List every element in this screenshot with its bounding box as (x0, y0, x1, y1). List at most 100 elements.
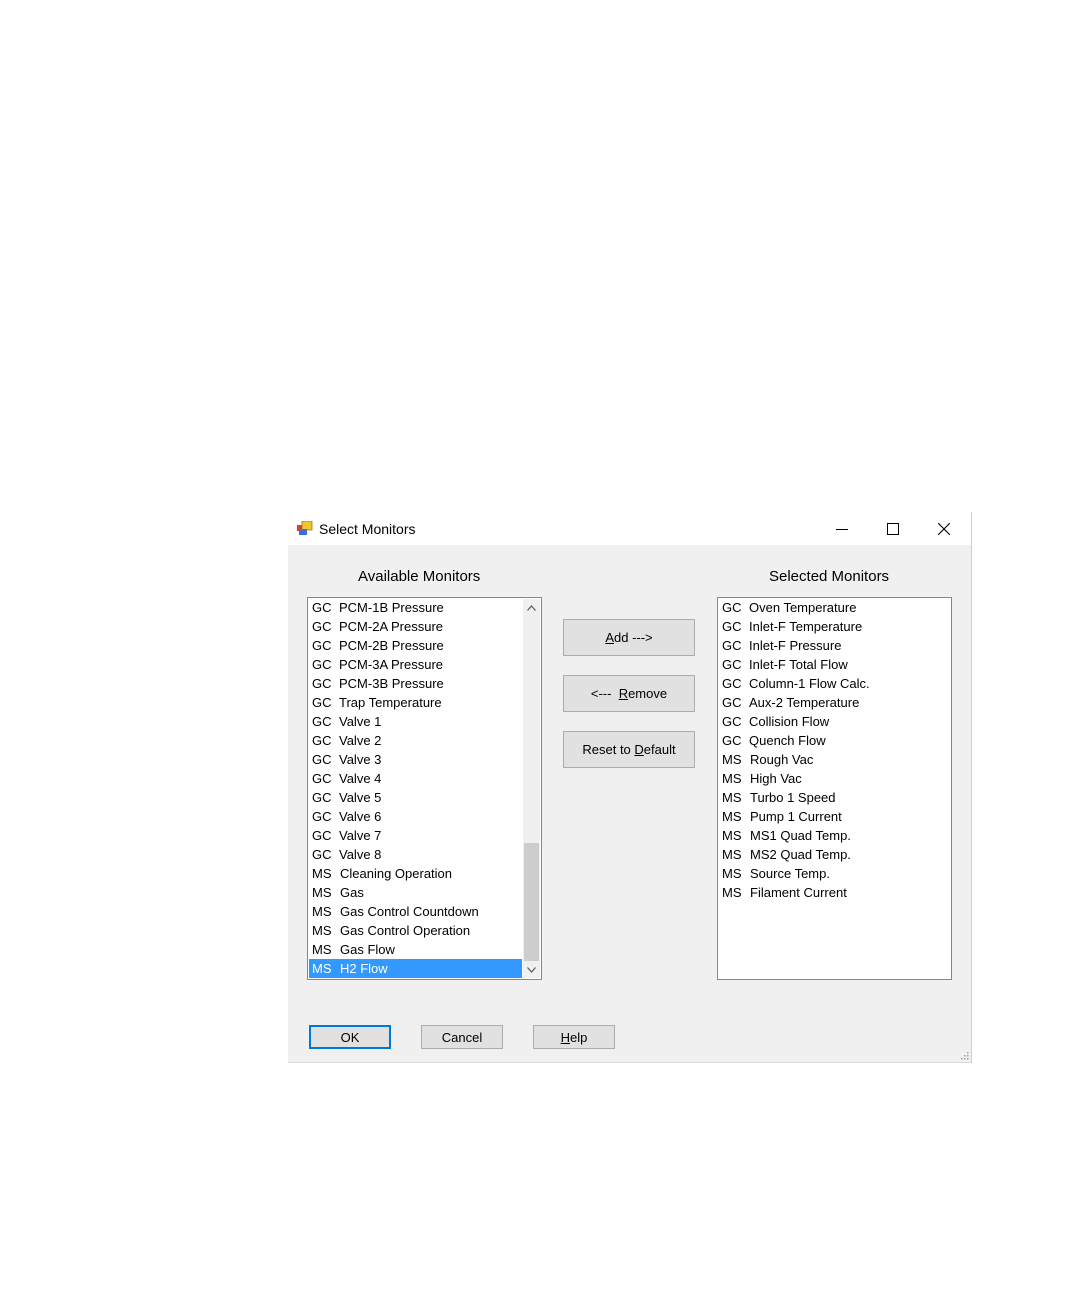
item-prefix: GC (722, 714, 742, 729)
selected-monitors-list[interactable]: GC Oven Temperature GC Inlet-F Temperature G… (717, 597, 952, 980)
item-name: Cleaning Operation (340, 866, 453, 881)
list-item[interactable]: MS Pump 1 Current (719, 807, 951, 826)
list-item[interactable]: GC PCM-2B Pressure (309, 636, 522, 655)
list-item[interactable]: GC PCM-3B Pressure (309, 674, 522, 693)
list-item[interactable]: GC Valve 2 (309, 731, 522, 750)
item-prefix: GC (312, 790, 332, 805)
item-name: PCM-1B Pressure (339, 600, 444, 615)
list-item[interactable]: MS Gas Flow (309, 940, 522, 959)
item-name: Trap Temperature (339, 695, 442, 710)
item-name: Valve 3 (339, 752, 382, 767)
item-name: PCM-2A Pressure (339, 619, 444, 634)
item-name: Inlet-F Pressure (749, 638, 842, 653)
item-name: MS2 Quad Temp. (750, 847, 851, 862)
item-name: Valve 4 (339, 771, 382, 786)
item-prefix: GC (312, 714, 332, 729)
list-item[interactable]: GC Valve 6 (309, 807, 522, 826)
list-item[interactable]: GC Valve 7 (309, 826, 522, 845)
item-prefix: GC (312, 600, 332, 615)
scroll-up-button[interactable] (523, 599, 540, 616)
item-prefix: GC (312, 752, 332, 767)
reset-to-default-button[interactable]: Reset to Default (563, 731, 695, 768)
help-button-label: Help (560, 1029, 588, 1045)
item-prefix: MS (722, 771, 742, 786)
list-item[interactable]: MS Gas Control Countdown (309, 902, 522, 921)
item-name: Column-1 Flow Calc. (749, 676, 870, 691)
list-item[interactable]: MS MS1 Quad Temp. (719, 826, 951, 845)
item-prefix: GC (722, 619, 742, 634)
list-item[interactable]: GC PCM-1B Pressure (309, 598, 522, 617)
list-item[interactable]: GC Inlet-F Temperature (719, 617, 951, 636)
list-item[interactable]: GC Column-1 Flow Calc. (719, 674, 951, 693)
list-item[interactable]: MS Rough Vac (719, 750, 951, 769)
minimize-button[interactable] (817, 512, 867, 545)
list-item[interactable]: MS MS2 Quad Temp. (719, 845, 951, 864)
cancel-button[interactable]: Cancel (421, 1025, 503, 1049)
list-item[interactable]: GC Valve 3 (309, 750, 522, 769)
item-prefix: MS (312, 904, 332, 919)
item-prefix: MS (722, 866, 742, 881)
item-prefix: GC (312, 676, 332, 691)
available-monitors-list[interactable]: GC PCM-1B Pressure GC PCM-2A Pressure GC PCM-… (307, 597, 542, 980)
minimize-icon (836, 528, 848, 530)
list-item[interactable]: GC Trap Temperature (309, 693, 522, 712)
item-name: Aux-2 Temperature (749, 695, 860, 710)
item-name: H2 Flow (340, 961, 388, 976)
list-item[interactable]: GC PCM-3A Pressure (309, 655, 522, 674)
add-button-label: Add ---> (605, 630, 653, 645)
item-prefix: GC (722, 733, 742, 748)
maximize-button[interactable] (868, 512, 918, 545)
available-scrollbar[interactable] (523, 599, 540, 978)
resize-grip-icon[interactable] (959, 1050, 969, 1060)
list-item[interactable]: GC PCM-2A Pressure (309, 617, 522, 636)
item-name: Valve 5 (339, 790, 382, 805)
list-item[interactable]: MS Cleaning Operation (309, 864, 522, 883)
item-prefix: MS (312, 866, 332, 881)
scroll-thumb[interactable] (524, 843, 539, 961)
list-item[interactable]: MS High Vac (719, 769, 951, 788)
item-name: Filament Current (750, 885, 847, 900)
list-item[interactable]: MS H2 Flow (309, 959, 522, 978)
list-item[interactable]: MS Filament Current (719, 883, 951, 902)
chevron-up-icon (527, 604, 536, 611)
selected-rows: GC Oven Temperature GC Inlet-F Temperature G… (719, 598, 951, 902)
available-monitors-label: Available Monitors (358, 568, 481, 585)
item-prefix: GC (312, 771, 332, 786)
item-prefix: GC (722, 657, 742, 672)
list-item[interactable]: GC Valve 4 (309, 769, 522, 788)
ok-button[interactable]: OK (309, 1025, 391, 1049)
list-item[interactable]: GC Collision Flow (719, 712, 951, 731)
list-item[interactable]: MS Turbo 1 Speed (719, 788, 951, 807)
item-prefix: GC (722, 676, 742, 691)
item-name: Gas (340, 885, 364, 900)
item-name: Source Temp. (750, 866, 830, 881)
item-name: Rough Vac (750, 752, 814, 767)
item-prefix: GC (312, 657, 332, 672)
list-item[interactable]: GC Inlet-F Pressure (719, 636, 951, 655)
list-item[interactable]: GC Inlet-F Total Flow (719, 655, 951, 674)
list-item[interactable]: MS Gas (309, 883, 522, 902)
item-name: Gas Control Countdown (340, 904, 479, 919)
close-button[interactable] (919, 512, 969, 545)
help-button[interactable]: Help (533, 1025, 615, 1049)
list-item[interactable]: GC Valve 1 (309, 712, 522, 731)
list-item[interactable]: MS Source Temp. (719, 864, 951, 883)
remove-button-label: <--- Remove (590, 686, 668, 701)
list-item[interactable]: MS Gas Control Operation (309, 921, 522, 940)
list-item[interactable]: GC Oven Temperature (719, 598, 951, 617)
remove-button[interactable]: <--- Remove (563, 675, 695, 712)
title-bar[interactable]: Select Monitors (288, 512, 971, 545)
add-button[interactable]: Add ---> (563, 619, 695, 656)
item-name: Inlet-F Total Flow (749, 657, 848, 672)
maximize-icon (887, 522, 899, 535)
item-prefix: MS (722, 847, 742, 862)
item-prefix: GC (312, 847, 332, 862)
item-prefix: GC (312, 733, 332, 748)
list-item[interactable]: GC Quench Flow (719, 731, 951, 750)
scroll-down-button[interactable] (523, 961, 540, 978)
list-item[interactable]: GC Aux-2 Temperature (719, 693, 951, 712)
list-item[interactable]: GC Valve 5 (309, 788, 522, 807)
item-name: Inlet-F Temperature (749, 619, 863, 634)
list-item[interactable]: GC Valve 8 (309, 845, 522, 864)
selected-monitors-label: Selected Monitors (769, 568, 890, 585)
